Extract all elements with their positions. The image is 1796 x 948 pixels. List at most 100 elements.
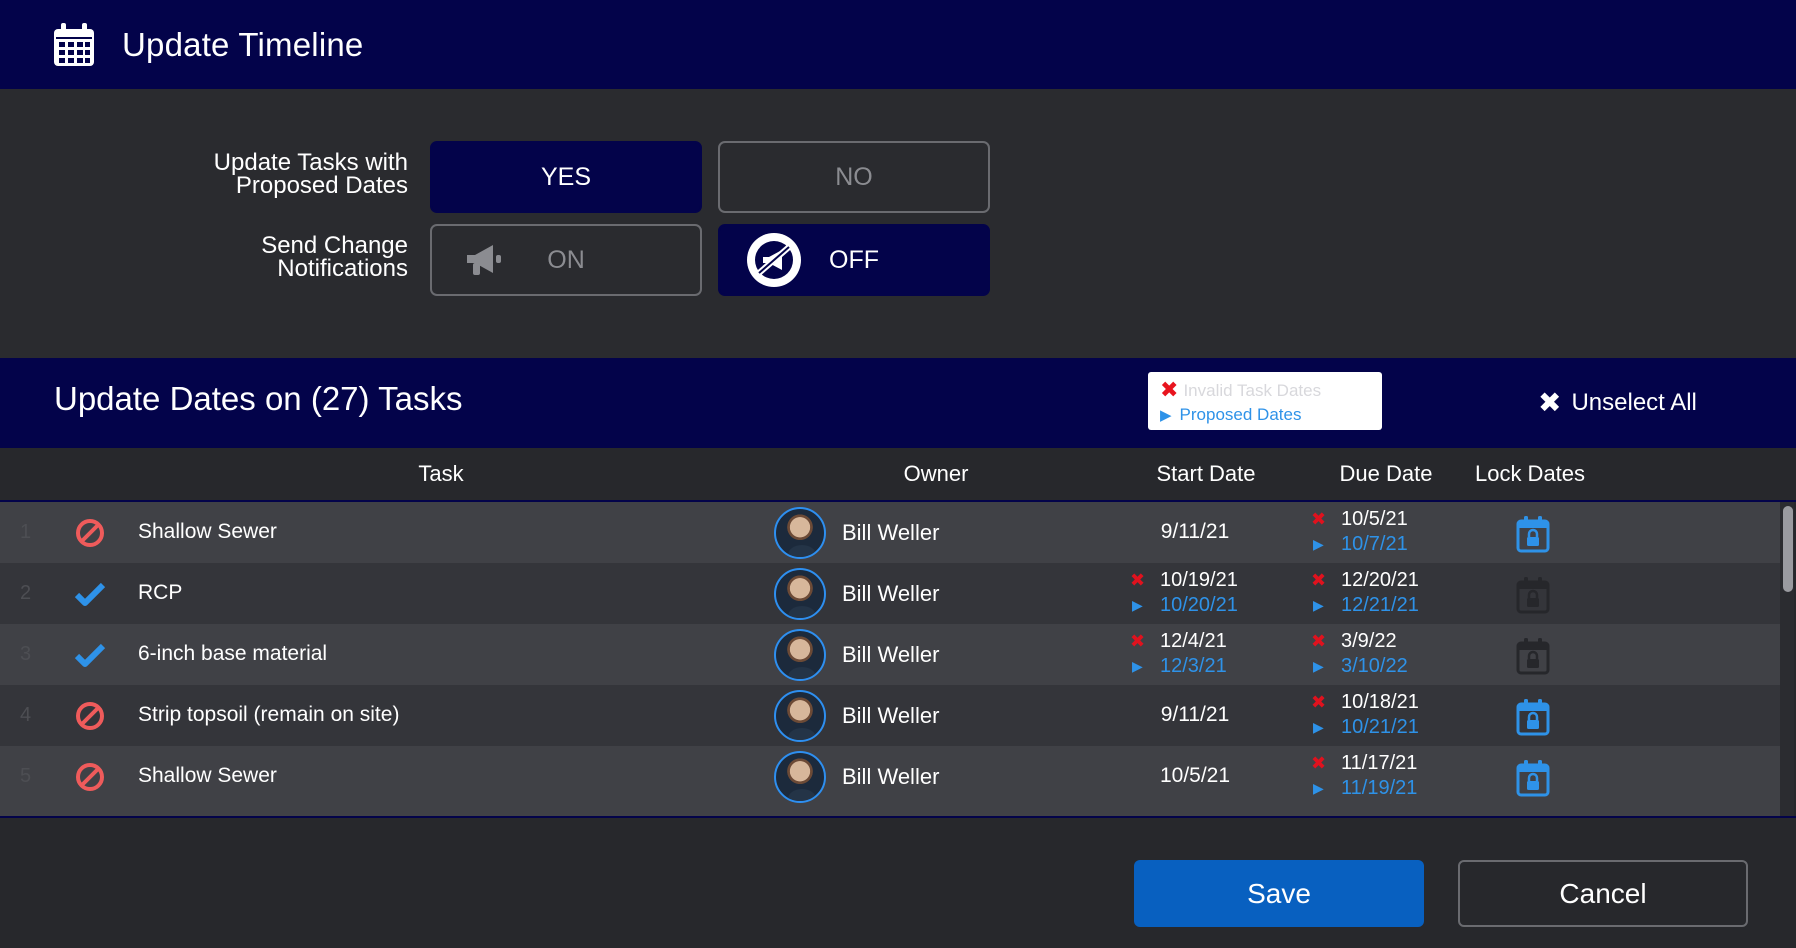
cancel-button[interactable]: Cancel: [1458, 860, 1748, 927]
column-lock-dates[interactable]: Lock Dates: [1475, 461, 1585, 487]
proposed-triangle-icon: ▶: [1132, 658, 1143, 674]
due-date-value: 11/17/21: [1341, 752, 1418, 774]
avatar: [774, 690, 826, 742]
no-button[interactable]: NO: [718, 141, 990, 213]
due-date-cell: ✖ 10/18/21 ▶ 10/21/21: [1311, 690, 1419, 740]
unselect-all-label: Unselect All: [1571, 388, 1697, 416]
table-row-partial[interactable]: [0, 807, 1780, 816]
due-date-proposed: 3/10/22: [1341, 655, 1408, 677]
due-date-proposed: 12/21/21: [1341, 594, 1419, 616]
notifications-on-button[interactable]: ON: [430, 224, 702, 296]
invalid-x-icon: ✖: [1311, 570, 1327, 590]
owner-name: Bill Weller: [842, 703, 940, 728]
calendar-icon: [54, 22, 94, 66]
table-row[interactable]: 2 RCP Bill Weller ✖ 10/19/21 ▶ 10/20/21 ✖ 12/20/…: [0, 563, 1780, 624]
task-name: RCP: [138, 581, 183, 604]
blocked-icon[interactable]: [74, 761, 106, 793]
notifications-off-button[interactable]: OFF: [718, 224, 990, 296]
row-number: 4: [20, 704, 32, 726]
column-task[interactable]: Task: [418, 461, 463, 487]
due-date-cell: ✖ 12/20/21 ▶ 12/21/21: [1311, 568, 1419, 618]
yes-button-label: YES: [540, 162, 592, 191]
blocked-icon[interactable]: [74, 517, 106, 549]
tasks-bar: Update Dates on (27) Tasks ✖ Invalid Task…: [0, 358, 1796, 448]
scrollbar-thumb[interactable]: [1783, 506, 1793, 592]
proposed-triangle-icon: ▶: [1160, 407, 1172, 424]
legend-invalid-label: Invalid Task Dates: [1183, 381, 1322, 400]
checkmark-icon[interactable]: [74, 578, 106, 610]
legend-proposed: ▶ Proposed Dates: [1160, 403, 1370, 428]
task-name: Shallow Sewer: [138, 520, 277, 543]
row-number: 2: [20, 582, 32, 604]
task-name: Strip topsoil (remain on site): [138, 703, 400, 726]
cancel-button-label: Cancel: [1559, 877, 1647, 909]
due-date-proposed: 10/7/21: [1341, 533, 1408, 555]
blocked-icon[interactable]: [74, 700, 106, 732]
notifications-label: Send Change Notifications: [261, 232, 408, 281]
avatar: [774, 751, 826, 803]
owner-name: Bill Weller: [842, 764, 940, 789]
start-date-value: 9/11/21: [1160, 520, 1230, 543]
due-date-cell: ✖ 10/5/21 ▶ 10/7/21: [1311, 507, 1408, 557]
lock-calendar-icon[interactable]: [1516, 576, 1550, 614]
lock-calendar-icon[interactable]: [1516, 515, 1550, 553]
notifications-on-label: ON: [547, 245, 585, 274]
tasks-title: Update Dates on (27) Tasks: [54, 380, 463, 417]
column-owner[interactable]: Owner: [904, 461, 969, 487]
row-number: 3: [20, 643, 32, 665]
table-row[interactable]: 1 Shallow Sewer Bill Weller 9/11/21 ✖ 10/5/21…: [0, 502, 1780, 563]
lock-calendar-icon[interactable]: [1516, 698, 1550, 736]
update-tasks-label-line2: Proposed Dates: [235, 172, 408, 199]
due-date-value: 10/5/21: [1341, 508, 1408, 530]
task-name: 6-inch base material: [138, 642, 328, 665]
proposed-triangle-icon: ▶: [1313, 536, 1324, 552]
date-legend: ✖ Invalid Task Dates ▶ Proposed Dates: [1148, 372, 1382, 430]
dialog-title: Update Timeline: [122, 25, 364, 63]
checkmark-icon[interactable]: [74, 639, 106, 671]
table-header: Task Owner Start Date Due Date Lock Date…: [0, 448, 1796, 500]
row-number: 1: [20, 521, 32, 543]
task-table: 1 Shallow Sewer Bill Weller 9/11/21 ✖ 10/5/21…: [0, 500, 1796, 818]
start-date-value: 12/4/21: [1160, 630, 1227, 652]
save-button[interactable]: Save: [1134, 860, 1424, 927]
megaphone-icon: [467, 245, 501, 275]
table-row[interactable]: 5 Shallow Sewer Bill Weller 10/5/21 ✖ 11/17/2…: [0, 746, 1780, 807]
task-name: Shallow Sewer: [138, 764, 277, 787]
start-date-value: 10/5/21: [1159, 764, 1231, 787]
due-date-value: 3/9/22: [1341, 630, 1397, 652]
save-button-label: Save: [1247, 877, 1311, 909]
owner-name: Bill Weller: [842, 581, 940, 606]
table-row[interactable]: 4 Strip topsoil (remain on site) Bill Well…: [0, 685, 1780, 746]
table-scrollbar[interactable]: [1780, 502, 1794, 816]
lock-calendar-icon[interactable]: [1516, 637, 1550, 675]
notifications-label-line1: Send Change: [261, 232, 408, 259]
unselect-all-button[interactable]: ✖ Unselect All: [1538, 386, 1697, 419]
invalid-x-icon: ✖: [1311, 692, 1327, 712]
start-date-cell: ✖ 10/19/21 ▶ 10/20/21: [1130, 568, 1238, 618]
start-date-value: 10/19/21: [1160, 569, 1238, 591]
legend-invalid: ✖ Invalid Task Dates: [1160, 378, 1370, 403]
invalid-x-icon: ✖: [1311, 631, 1327, 651]
yes-button[interactable]: YES: [430, 141, 702, 213]
due-date-value: 10/18/21: [1341, 691, 1419, 713]
column-due-date[interactable]: Due Date: [1340, 461, 1433, 487]
due-date-cell: ✖ 3/9/22 ▶ 3/10/22: [1311, 629, 1408, 679]
avatar: [774, 507, 826, 559]
invalid-x-icon: ✖: [1160, 377, 1179, 402]
dialog-header: Update Timeline: [0, 0, 1796, 89]
lock-calendar-icon[interactable]: [1516, 759, 1550, 797]
row-number: 5: [20, 765, 32, 787]
owner-name: Bill Weller: [842, 642, 940, 667]
column-start-date[interactable]: Start Date: [1156, 461, 1255, 487]
legend-proposed-label: Proposed Dates: [1179, 405, 1302, 424]
close-icon: ✖: [1538, 387, 1562, 418]
proposed-triangle-icon: ▶: [1313, 597, 1324, 613]
due-date-cell: ✖ 11/17/21 ▶ 11/19/21: [1311, 751, 1417, 801]
proposed-triangle-icon: ▶: [1313, 780, 1324, 796]
start-date-proposed: 12/3/21: [1160, 655, 1227, 677]
table-row[interactable]: 3 6-inch base material Bill Weller ✖ 12/4/21…: [0, 624, 1780, 685]
avatar: [774, 629, 826, 681]
megaphone-off-icon: [747, 233, 801, 287]
invalid-x-icon: ✖: [1311, 509, 1327, 529]
start-date-cell: ✖ 12/4/21 ▶ 12/3/21: [1130, 629, 1227, 679]
